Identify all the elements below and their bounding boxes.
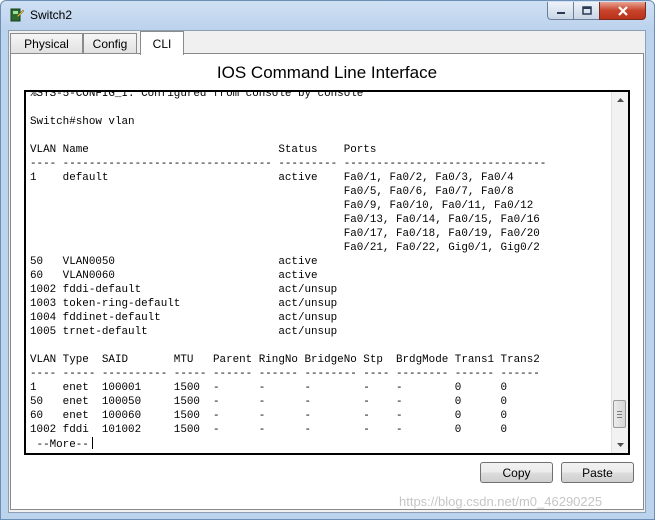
close-icon: [617, 5, 628, 16]
paste-button[interactable]: Paste: [561, 462, 634, 483]
text-cursor: [91, 437, 93, 449]
scroll-up-button[interactable]: [612, 92, 628, 108]
tab-cli[interactable]: CLI: [140, 31, 184, 55]
minimize-button[interactable]: [547, 2, 574, 20]
arrow-down-icon: [616, 443, 624, 447]
cli-panel: IOS Command Line Interface %SYS-5-CONFIG…: [10, 53, 644, 510]
grip-line: [617, 411, 622, 412]
switch-app-icon: [10, 8, 25, 22]
copy-button[interactable]: Copy: [480, 462, 553, 483]
title-bar[interactable]: Switch2: [1, 1, 654, 31]
close-button[interactable]: [599, 2, 646, 20]
tab-config[interactable]: Config: [83, 33, 137, 53]
terminal-output[interactable]: %SYS-5-CONFIG_I: Configured from console…: [30, 90, 547, 452]
minimize-icon: [556, 11, 565, 14]
terminal-output-text: %SYS-5-CONFIG_I: Configured from console…: [30, 90, 547, 436]
grip-line: [617, 417, 622, 418]
window-client-area: Physical Config CLI IOS Command Line Int…: [8, 30, 646, 513]
panel-title: IOS Command Line Interface: [216, 63, 438, 82]
cli-terminal[interactable]: %SYS-5-CONFIG_I: Configured from console…: [24, 90, 630, 455]
tab-physical[interactable]: Physical: [10, 33, 83, 53]
watermark-text: https://blog.csdn.net/m0_46290225: [399, 494, 603, 509]
app-window: Switch2 Physical Config CLI IOS Command …: [0, 0, 655, 520]
scroll-down-button[interactable]: [612, 437, 628, 453]
window-title: Switch2: [30, 8, 73, 22]
scrollbar-thumb[interactable]: [613, 400, 626, 428]
vertical-scrollbar[interactable]: [611, 92, 628, 453]
maximize-icon: [581, 6, 592, 15]
arrow-up-icon: [616, 98, 624, 102]
grip-line: [617, 414, 622, 415]
more-prompt: --More--: [30, 439, 89, 451]
maximize-button[interactable]: [573, 2, 600, 20]
